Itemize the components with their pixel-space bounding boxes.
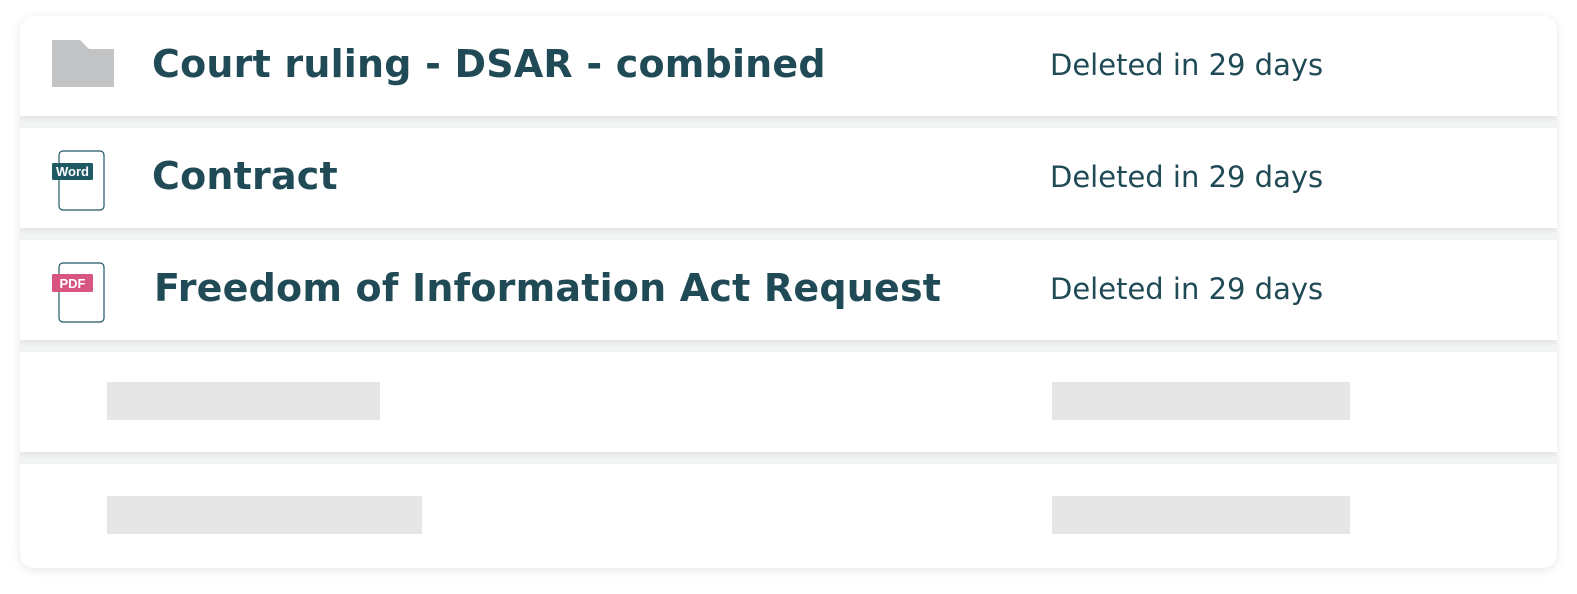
placeholder-row bbox=[20, 352, 1557, 452]
list-item[interactable]: Court ruling - DSAR - combined Deleted i… bbox=[20, 16, 1557, 116]
pdf-file-icon: PDF bbox=[50, 262, 116, 323]
placeholder-row bbox=[20, 464, 1557, 568]
name-skeleton bbox=[107, 496, 422, 534]
item-name: Contract bbox=[152, 154, 338, 198]
word-badge: Word bbox=[56, 164, 89, 179]
item-name: Court ruling - DSAR - combined bbox=[152, 42, 826, 86]
deletion-status: Deleted in 29 days bbox=[1050, 160, 1324, 194]
file-list: Court ruling - DSAR - combined Deleted i… bbox=[20, 16, 1557, 568]
folder-icon bbox=[50, 38, 116, 98]
list-item[interactable]: PDF Freedom of Information Act Request D… bbox=[20, 240, 1557, 340]
item-name: Freedom of Information Act Request bbox=[154, 266, 942, 310]
deletion-status: Deleted in 29 days bbox=[1050, 272, 1324, 306]
name-skeleton bbox=[107, 382, 380, 420]
status-skeleton bbox=[1052, 496, 1350, 534]
deletion-status: Deleted in 29 days bbox=[1050, 48, 1324, 82]
status-skeleton bbox=[1052, 382, 1350, 420]
list-item[interactable]: Word Contract Deleted in 29 days bbox=[20, 128, 1557, 228]
word-file-icon: Word bbox=[50, 150, 116, 211]
pdf-badge: PDF bbox=[60, 276, 86, 291]
